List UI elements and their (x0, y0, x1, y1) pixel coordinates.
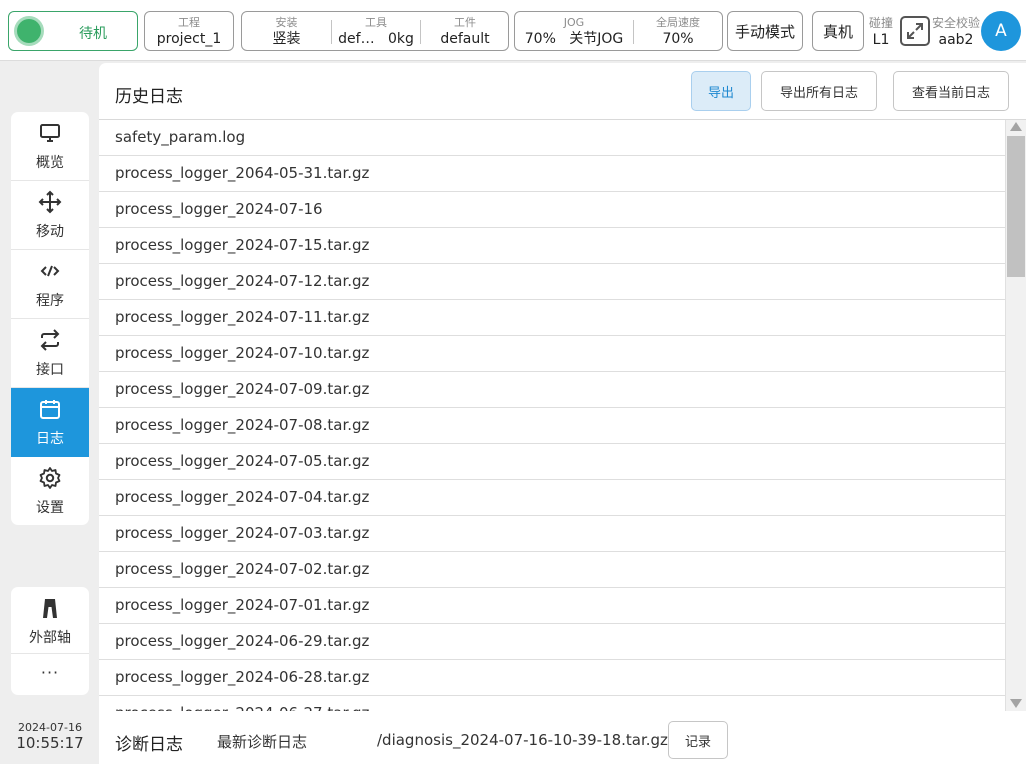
more-icon: ··· (40, 663, 60, 682)
external-axis-icon (43, 599, 57, 618)
list-item[interactable]: process_logger_2024-07-04.tar.gz (99, 480, 1005, 516)
list-item[interactable]: process_logger_2024-07-01.tar.gz (99, 588, 1005, 624)
list-item[interactable]: process_logger_2024-07-16 (99, 192, 1005, 228)
scroll-up-arrow-icon[interactable] (1010, 122, 1022, 131)
sidebar-item-label: 设置 (36, 500, 64, 516)
gear-icon (39, 467, 61, 489)
install-tool-workpiece-group[interactable]: 安装 竖装 工具 def… 0kg 工件 default (241, 11, 509, 51)
sidebar-item-program[interactable]: 程序 (11, 250, 89, 319)
sidebar-item-label: 日志 (36, 431, 64, 447)
project-value: project_1 (156, 31, 222, 47)
list-item[interactable]: process_logger_2024-07-08.tar.gz (99, 408, 1005, 444)
workpiece-value: default (440, 31, 490, 47)
list-item[interactable]: process_logger_2024-07-02.tar.gz (99, 552, 1005, 588)
list-item[interactable]: process_logger_2024-07-03.tar.gz (99, 516, 1005, 552)
status-indicator-icon (17, 19, 41, 43)
code-icon (40, 265, 60, 277)
jog-mode: 关节JOG (569, 31, 624, 47)
top-status-bar: 待机 工程 project_1 安装 竖装 工具 def… 0kg 工件 def… (0, 0, 1026, 61)
sidebar-item-log[interactable]: 日志 (11, 388, 89, 457)
diagnosis-title: 诊断日志 (115, 735, 183, 755)
list-item[interactable]: process_logger_2024-07-10.tar.gz (99, 336, 1005, 372)
diagnosis-bar: 诊断日志 最新诊断日志 /diagnosis_2024-07-16-10-39-… (99, 711, 1026, 764)
project-selector[interactable]: 工程 project_1 (144, 11, 234, 51)
collision-value: L1 (872, 32, 890, 48)
collision-caption: 碰撞 (868, 16, 893, 30)
sidebar-item-move[interactable]: 移动 (11, 181, 89, 250)
export-all-logs-button[interactable]: 导出所有日志 (761, 71, 877, 111)
calendar-icon (40, 400, 60, 419)
safety-checksum[interactable]: 安全校验 aab2 (932, 16, 980, 49)
sidebar-item-settings[interactable]: 设置 (11, 457, 89, 525)
sidebar-item-label: 概览 (36, 155, 64, 171)
sidebar-item-overview[interactable]: 概览 (11, 112, 89, 181)
sidebar-item-label: 移动 (36, 224, 64, 240)
project-caption: 工程 (178, 16, 200, 29)
safety-check-caption: 安全校验 (932, 16, 981, 30)
tool-value-line: def… 0kg (332, 31, 420, 47)
log-file-list[interactable]: safety_param.log process_logger_2064-05-3… (99, 119, 1026, 711)
clock-time: 10:55:17 (16, 734, 84, 752)
status-label: 待机 (79, 26, 107, 42)
latest-diagnosis-label: 最新诊断日志 (217, 733, 308, 751)
jog-percent: 70% (524, 31, 556, 47)
scrollbar[interactable] (1005, 120, 1026, 711)
scrollbar-thumb[interactable] (1007, 136, 1025, 277)
list-item[interactable]: process_logger_2024-07-15.tar.gz (99, 228, 1005, 264)
user-avatar[interactable]: A (981, 11, 1021, 51)
real-machine-button[interactable]: 真机 (812, 11, 864, 51)
tool-caption: 工具 (365, 16, 387, 29)
list-item[interactable]: process_logger_2024-07-09.tar.gz (99, 372, 1005, 408)
swap-arrows-icon (40, 329, 60, 351)
list-item[interactable]: process_logger_2064-05-31.tar.gz (99, 156, 1005, 192)
move-arrows-icon (38, 190, 62, 214)
jog-caption: JOG (563, 16, 585, 29)
more-button[interactable]: ··· (11, 654, 89, 695)
jog-cell[interactable]: JOG 70% 关节JOG (515, 12, 633, 50)
install-caption: 安装 (275, 16, 298, 29)
tool-load: 0kg (387, 31, 414, 47)
jog-value-line: 70% 关节JOG (515, 31, 633, 47)
tool-name: def… (338, 31, 375, 47)
safety-check-value: aab2 (938, 32, 974, 48)
workpiece-cell[interactable]: 工件 default (421, 12, 509, 50)
global-speed-value: 70% (662, 31, 694, 47)
list-item[interactable]: process_logger_2024-07-12.tar.gz (99, 264, 1005, 300)
global-speed-caption: 全局速度 (656, 16, 700, 29)
history-log-panel: 历史日志 导出 导出所有日志 查看当前日志 safety_param.log pr… (99, 63, 1026, 764)
page-title: 历史日志 (115, 87, 183, 107)
sidebar-item-label: 外部轴 (29, 630, 71, 646)
manual-mode-button[interactable]: 手动模式 (727, 11, 803, 51)
clock: 2024-07-16 10:55:17 (11, 721, 89, 752)
list-item[interactable]: process_logger_2024-06-28.tar.gz (99, 660, 1005, 696)
sidebar-item-label: 程序 (36, 293, 64, 309)
jog-speed-group[interactable]: JOG 70% 关节JOG 全局速度 70% (514, 11, 723, 51)
collision-level[interactable]: 碰撞 L1 (867, 16, 895, 49)
robot-status-button[interactable]: 待机 (8, 11, 138, 51)
sidebar-extra: 外部轴 ··· (11, 587, 89, 695)
global-speed-cell[interactable]: 全局速度 70% (634, 12, 722, 50)
monitor-icon (40, 124, 60, 142)
record-button[interactable]: 记录 (668, 721, 728, 759)
sidebar-item-label: 接口 (36, 362, 64, 378)
install-cell[interactable]: 安装 竖装 (242, 12, 331, 50)
scroll-down-arrow-icon[interactable] (1010, 699, 1022, 708)
workpiece-caption: 工件 (454, 16, 476, 29)
export-button[interactable]: 导出 (691, 71, 751, 111)
sidebar-item-external-axis[interactable]: 外部轴 (11, 587, 89, 654)
list-item[interactable]: process_logger_2024-07-11.tar.gz (99, 300, 1005, 336)
list-item[interactable]: process_logger_2024-06-27.tar.gz (99, 696, 1005, 711)
latest-diagnosis-file: /diagnosis_2024-07-16-10-39-18.tar.gz (377, 731, 668, 749)
sidebar-item-interface[interactable]: 接口 (11, 319, 89, 388)
list-item[interactable]: process_logger_2024-07-05.tar.gz (99, 444, 1005, 480)
install-value: 竖装 (272, 31, 301, 47)
fullscreen-expand-icon[interactable] (900, 16, 930, 46)
view-current-log-button[interactable]: 查看当前日志 (893, 71, 1009, 111)
list-item[interactable]: process_logger_2024-06-29.tar.gz (99, 624, 1005, 660)
clock-date: 2024-07-16 (18, 721, 82, 734)
sidebar-nav: 概览 移动 程序 接口 日志 设置 (11, 112, 89, 525)
tool-cell[interactable]: 工具 def… 0kg (332, 12, 420, 50)
list-item[interactable]: safety_param.log (99, 120, 1005, 156)
